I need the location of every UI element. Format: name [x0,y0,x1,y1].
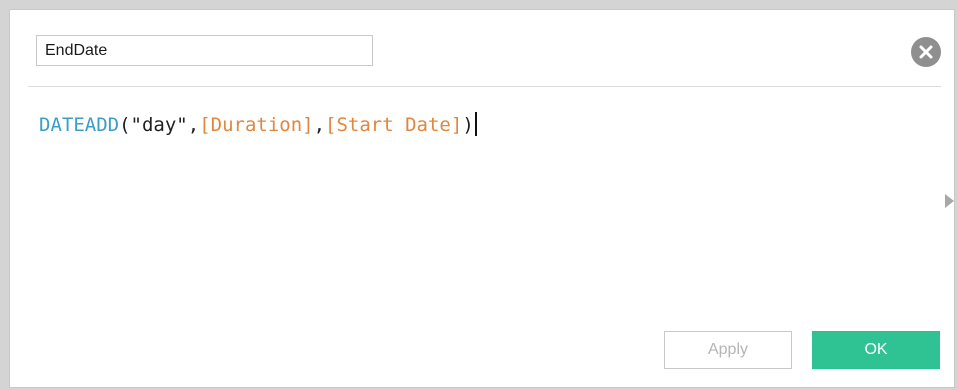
formula-string-argument: "day" [130,114,188,136]
calculation-name-input[interactable] [36,35,373,66]
formula-function: DATEADD [39,114,120,136]
apply-button[interactable]: Apply [664,331,792,369]
formula-comma: , [187,114,200,136]
formula-field-duration: [Duration] [199,114,314,136]
header-divider [28,86,941,87]
close-icon[interactable] [911,37,941,67]
triangle-right-icon[interactable] [945,194,954,208]
formula-comma: , [313,114,326,136]
formula-field-start-date: [Start Date] [325,114,463,136]
formula-editor[interactable]: DATEADD("day",[Duration],[Start Date]) [39,112,919,312]
formula-close-paren: ) [462,114,474,136]
text-cursor [474,112,477,136]
calculation-dialog: DATEADD("day",[Duration],[Start Date]) A… [9,9,955,388]
formula-open-paren: ( [119,114,131,136]
ok-button[interactable]: OK [812,331,940,369]
